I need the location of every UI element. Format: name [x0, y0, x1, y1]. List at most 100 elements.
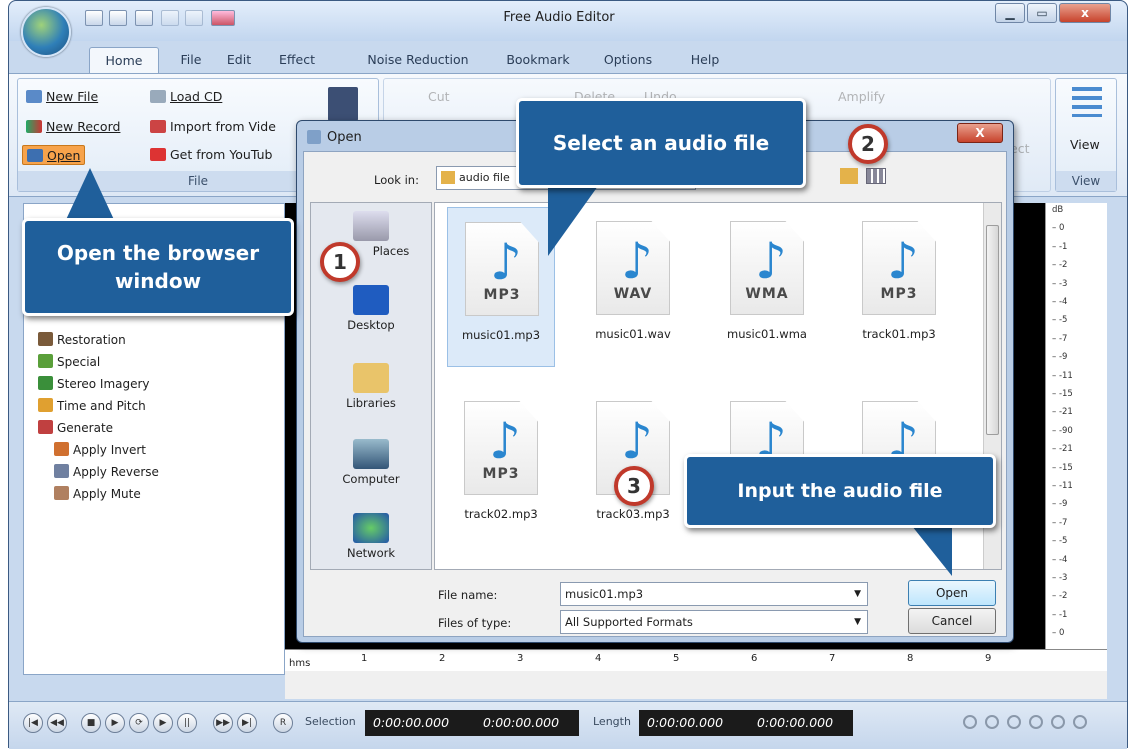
- save-icon[interactable]: [328, 87, 358, 121]
- go-start-button[interactable]: |◀: [23, 713, 43, 733]
- minimize-button[interactable]: ▁: [995, 3, 1025, 23]
- tree-item-time-pitch[interactable]: Time and Pitch: [38, 396, 146, 416]
- close-button[interactable]: x: [1059, 3, 1111, 23]
- load-cd-button[interactable]: Load CD: [150, 87, 222, 107]
- cancel-button[interactable]: Cancel: [908, 608, 996, 634]
- amplify-button[interactable]: Amplify: [838, 87, 885, 107]
- import-video-button[interactable]: Import from Vide: [150, 117, 276, 137]
- view-group: View View: [1055, 78, 1117, 192]
- db-tick: – -3: [1052, 573, 1068, 583]
- ruler-tick: 2: [439, 653, 446, 664]
- view-icon[interactable]: [1072, 87, 1102, 117]
- db-tick: – -2: [1052, 591, 1068, 602]
- maximize-button[interactable]: ▭: [1027, 3, 1057, 23]
- tree-item-apply-mute[interactable]: Apply Mute: [54, 484, 141, 504]
- file-type-select[interactable]: All Supported Formats ▼: [560, 610, 868, 634]
- quick-redo-icon[interactable]: [185, 10, 203, 26]
- zoom-vertical-in-icon[interactable]: [1051, 715, 1065, 729]
- db-tick: – -4: [1052, 554, 1068, 565]
- go-end-button[interactable]: ▶|: [237, 713, 257, 733]
- new-folder-icon[interactable]: [840, 168, 858, 184]
- file-item[interactable]: ♪ MP3 track01.mp3: [845, 207, 953, 367]
- file-item[interactable]: ♪ WMA music01.wma: [713, 207, 821, 367]
- tree-item-stereo-imagery[interactable]: Stereo Imagery: [38, 374, 150, 394]
- mp3-file-icon: ♪ MP3: [464, 401, 538, 495]
- quick-save-icon[interactable]: [135, 10, 153, 26]
- callout-open-browser: Open the browser window: [22, 218, 294, 316]
- loop-button[interactable]: ⟳: [129, 713, 149, 733]
- record-button[interactable]: R: [273, 713, 293, 733]
- open-button[interactable]: Open: [22, 145, 86, 165]
- new-record-icon: [26, 120, 42, 133]
- zoom-vertical-out-icon[interactable]: [1073, 715, 1087, 729]
- cut-button[interactable]: Cut: [428, 87, 450, 107]
- db-tick: – -9: [1052, 352, 1068, 363]
- video-icon: [150, 120, 166, 133]
- tree-item-restoration[interactable]: Restoration: [38, 330, 126, 350]
- zoom-full-icon[interactable]: [1029, 715, 1043, 729]
- rewind-button[interactable]: ◀◀: [47, 713, 67, 733]
- tab-effect[interactable]: Effect: [273, 47, 321, 73]
- tab-noise-reduction[interactable]: Noise Reduction: [357, 47, 479, 73]
- chevron-down-icon[interactable]: ▼: [854, 583, 861, 605]
- file-item[interactable]: ♪ MP3 track02.mp3: [447, 387, 555, 547]
- place-libraries[interactable]: Libraries: [311, 363, 431, 410]
- chevron-down-icon[interactable]: ▼: [854, 611, 861, 633]
- zoom-out-icon[interactable]: [985, 715, 999, 729]
- horizontal-scrollbar[interactable]: [285, 671, 1107, 699]
- forward-button[interactable]: ▶▶: [213, 713, 233, 733]
- stop-button[interactable]: ■: [81, 713, 101, 733]
- db-tick: – -1: [1052, 241, 1068, 252]
- new-file-button[interactable]: New File: [26, 87, 98, 107]
- file-name-input[interactable]: music01.mp3 ▼: [560, 582, 868, 606]
- tab-bookmark[interactable]: Bookmark: [501, 47, 575, 73]
- tree-item-apply-reverse[interactable]: Apply Reverse: [54, 462, 159, 482]
- scroll-thumb[interactable]: [986, 225, 999, 435]
- quick-undo-icon[interactable]: [161, 10, 179, 26]
- place-computer[interactable]: Computer: [311, 439, 431, 486]
- zoom-in-icon[interactable]: [963, 715, 977, 729]
- quick-new-icon[interactable]: [85, 10, 103, 26]
- db-tick: – -4: [1052, 297, 1068, 307]
- selection-time-box: 0:00:00.000 0:00:00.000: [365, 710, 579, 736]
- app-menu-button[interactable]: [21, 7, 71, 57]
- tree-item-generate[interactable]: Generate: [38, 418, 113, 438]
- desktop-icon: [353, 285, 389, 315]
- tab-home[interactable]: Home: [89, 47, 159, 73]
- file-name-label: File name:: [438, 588, 498, 602]
- view-button[interactable]: View: [1070, 135, 1100, 155]
- libraries-icon: [353, 363, 389, 393]
- invert-icon: [54, 442, 69, 456]
- tab-file[interactable]: File: [171, 47, 211, 73]
- ruler-tick: 3: [517, 653, 524, 664]
- db-tick: dB: [1052, 205, 1064, 215]
- db-tick: – -21: [1052, 444, 1073, 455]
- db-tick: – -5: [1052, 315, 1068, 326]
- tab-help[interactable]: Help: [685, 47, 725, 73]
- get-youtube-button[interactable]: Get from YouTub: [150, 145, 272, 165]
- quick-record-icon[interactable]: [211, 10, 235, 26]
- file-item[interactable]: ♪ MP3 music01.mp3: [447, 207, 555, 367]
- tree-item-apply-invert[interactable]: Apply Invert: [54, 440, 146, 460]
- ruler-tick: 1: [361, 653, 368, 664]
- file-type-label: Files of type:: [438, 616, 512, 630]
- wma-file-icon: ♪ WMA: [730, 221, 804, 315]
- dialog-close-button[interactable]: X: [957, 123, 1003, 143]
- look-in-label: Look in:: [374, 173, 419, 187]
- place-network[interactable]: Network: [311, 513, 431, 560]
- new-file-icon: [26, 90, 42, 103]
- tree-item-special[interactable]: Special: [38, 352, 100, 372]
- open-dialog-button[interactable]: Open: [908, 580, 996, 606]
- tab-options[interactable]: Options: [597, 47, 659, 73]
- play-button[interactable]: ▶: [105, 713, 125, 733]
- ruler-tick: 5: [673, 653, 680, 664]
- view-menu-icon[interactable]: [866, 168, 886, 184]
- new-record-button[interactable]: New Record: [26, 117, 120, 137]
- zoom-selection-icon[interactable]: [1007, 715, 1021, 729]
- pause-button[interactable]: ||: [177, 713, 197, 733]
- quick-open-icon[interactable]: [109, 10, 127, 26]
- db-tick: – -15: [1052, 462, 1073, 473]
- tab-edit[interactable]: Edit: [221, 47, 257, 73]
- play-selection-button[interactable]: ▶: [153, 713, 173, 733]
- place-desktop[interactable]: Desktop: [311, 285, 431, 332]
